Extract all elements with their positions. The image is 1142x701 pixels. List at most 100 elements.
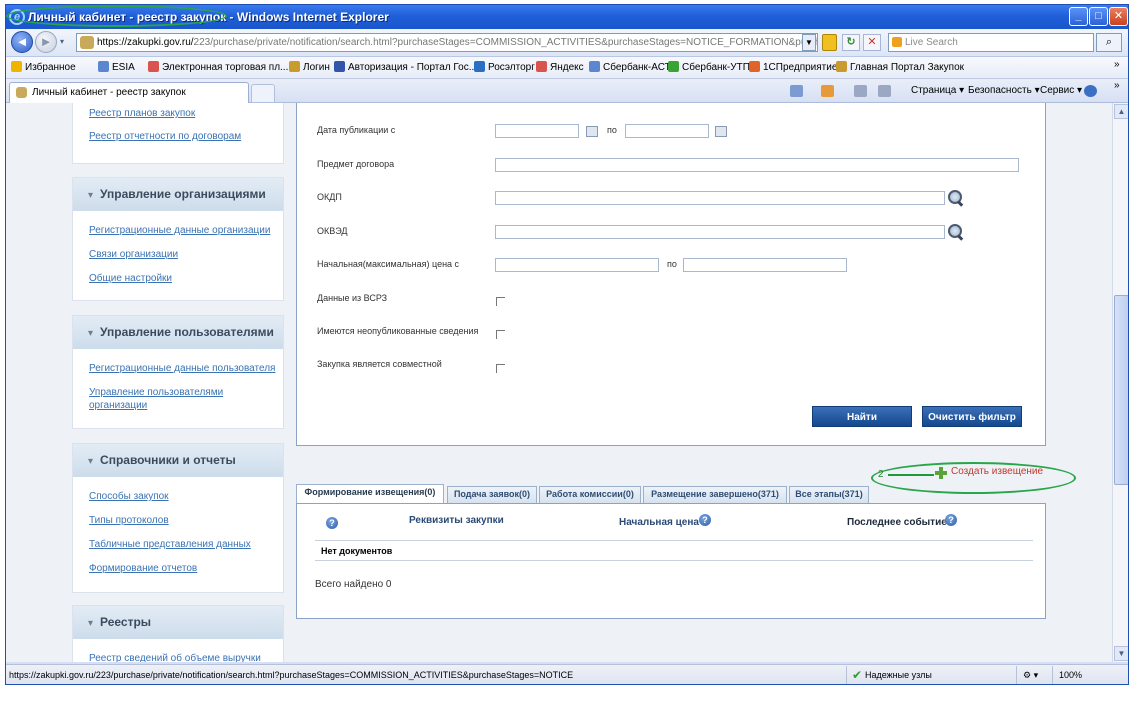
browser-tab[interactable]: Личный кабинет - реестр закупок (9, 82, 249, 103)
back-button[interactable]: ◄ (11, 31, 33, 53)
favorites-more-icon[interactable]: » (1114, 59, 1120, 70)
fav-sberbank-ast[interactable]: Сбербанк-АСТ (589, 61, 671, 73)
link-org-users[interactable]: Управление пользователями организации (89, 386, 269, 412)
col-purchase-details[interactable]: Реквизиты закупки (409, 515, 504, 526)
mail-icon[interactable] (854, 85, 867, 97)
clear-filter-button[interactable]: Очистить фильтр (922, 406, 1022, 427)
feeds-icon[interactable] (821, 85, 834, 97)
vsrz-label: Данные из ВСРЗ (317, 293, 388, 303)
link-org-relations[interactable]: Связи организации (89, 248, 178, 261)
section-header-users[interactable]: Управление пользователями (73, 316, 283, 349)
forward-button[interactable]: ► (35, 31, 57, 53)
link-purchase-methods[interactable]: Способы закупок (89, 490, 169, 503)
section-header-org[interactable]: Управление организациями (73, 178, 283, 211)
tab-bid-submission[interactable]: Подача заявок(0) (447, 486, 537, 503)
security-menu[interactable]: Безопасность ▾ (968, 85, 1040, 96)
live-search-input[interactable]: Live Search (888, 33, 1094, 52)
fav-esia[interactable]: ESIA (98, 61, 135, 73)
minimize-button[interactable]: _ (1069, 7, 1088, 26)
history-dropdown-icon[interactable]: ▾ (60, 37, 64, 46)
pub-date-to-input[interactable] (625, 124, 709, 138)
link-report-generation[interactable]: Формирование отчетов (89, 562, 197, 575)
calendar-from-icon[interactable] (586, 126, 598, 137)
price-help-icon[interactable]: ? (699, 514, 711, 526)
section-header-registries[interactable]: Реестры (73, 606, 283, 639)
total-found-text: Всего найдено 0 (315, 579, 392, 590)
tab-placement-completed[interactable]: Размещение завершено(371) (643, 486, 787, 503)
link-protocol-types[interactable]: Типы протоколов (89, 514, 169, 527)
col-last-event[interactable]: Последнее событие (847, 517, 947, 528)
vsrz-checkbox[interactable] (496, 297, 505, 306)
tab-notice-formation[interactable]: Формирование извещения(0) (296, 484, 444, 503)
url-input[interactable]: https://zakupki.gov.ru/223/purchase/priv… (76, 33, 818, 52)
pub-date-to-label: по (607, 125, 617, 135)
link-user-registration[interactable]: Регистрационные данные пользователя (89, 362, 275, 375)
link-revenue-registry[interactable]: Реестр сведений об объеме выручки (89, 652, 261, 662)
help-icon[interactable] (1084, 85, 1097, 97)
create-notice-link[interactable]: Создать извещение (951, 466, 1043, 477)
fav-login[interactable]: Логин (289, 61, 330, 73)
event-help-icon[interactable]: ? (945, 514, 957, 526)
fav-etp[interactable]: Электронная торговая пл... (148, 61, 288, 73)
scroll-down-icon[interactable]: ▼ (1114, 646, 1128, 661)
close-button[interactable]: ✕ (1109, 7, 1128, 26)
page-content: Реестр планов закупок Реестр отчетности … (6, 103, 1112, 662)
favorites-bar: Избранное ESIA Электронная торговая пл..… (6, 57, 1128, 79)
joint-purchase-checkbox[interactable] (496, 364, 505, 373)
new-tab-button[interactable] (251, 84, 275, 103)
stop-button[interactable]: ✕ (863, 34, 881, 51)
print-icon[interactable] (878, 85, 891, 97)
plus-icon[interactable] (935, 467, 947, 479)
scroll-up-icon[interactable]: ▲ (1114, 104, 1128, 119)
lock-icon[interactable] (822, 34, 837, 51)
calendar-to-icon[interactable] (715, 126, 727, 137)
zoom-level[interactable]: 100% (1052, 666, 1112, 684)
subject-input[interactable] (495, 158, 1019, 172)
section-header-reference[interactable]: Справочники и отчеты (73, 444, 283, 477)
page-menu[interactable]: Страница ▾ (911, 85, 964, 96)
okdp-search-icon[interactable] (948, 190, 964, 206)
okdp-input[interactable] (495, 191, 945, 205)
site-favicon-icon (80, 36, 94, 49)
link-general-settings[interactable]: Общие настройки (89, 272, 172, 285)
fav-sberbank-utp[interactable]: Сбербанк-УТП (668, 61, 750, 73)
favorites-button[interactable]: Избранное (11, 61, 76, 73)
commands-more-icon[interactable]: » (1114, 80, 1120, 91)
fav-zakupki-main[interactable]: Главная Портал Закупок (836, 61, 964, 73)
fav-gosuslugi[interactable]: Авторизация - Портал Гос... (334, 61, 477, 73)
search-go-button[interactable]: ⌕ (1096, 33, 1122, 52)
security-zone[interactable]: Надежные узлы (846, 666, 1014, 684)
link-contracts-report-registry[interactable]: Реестр отчетности по договорам (89, 130, 241, 143)
link-org-registration[interactable]: Регистрационные данные организации (89, 224, 270, 237)
link-plans-registry[interactable]: Реестр планов закупок (89, 107, 195, 120)
url-dropdown-icon[interactable]: ▼ (802, 34, 816, 51)
tab-all-stages[interactable]: Все этапы(371) (789, 486, 869, 503)
home-icon[interactable] (790, 85, 803, 97)
refresh-button[interactable]: ↻ (842, 34, 860, 51)
protected-mode-icon[interactable]: ⚙ ▾ (1016, 666, 1050, 684)
find-button[interactable]: Найти (812, 406, 912, 427)
okved-search-icon[interactable] (948, 224, 964, 240)
menu-section-reference: Справочники и отчеты Способы закупок Тип… (72, 443, 284, 593)
fav-yandex[interactable]: Яндекс (536, 61, 584, 73)
fav-1c[interactable]: 1СПредприятие (749, 61, 837, 73)
maximize-button[interactable]: □ (1089, 7, 1108, 26)
title-bar: e Личный кабинет - реестр закупок - Wind… (6, 5, 1128, 29)
col-initial-price[interactable]: Начальная цена (619, 517, 699, 528)
link-table-views[interactable]: Табличные представления данных (89, 538, 251, 551)
scroll-thumb[interactable] (1114, 295, 1128, 485)
tab-commission-work[interactable]: Работа комиссии(0) (539, 486, 641, 503)
pub-date-from-input[interactable] (495, 124, 579, 138)
results-panel: ? Реквизиты закупки Начальная цена ? Пос… (296, 503, 1046, 619)
details-help-icon[interactable]: ? (326, 517, 338, 529)
annotation-title-oval (6, 5, 227, 27)
vertical-scrollbar[interactable]: ▲ ▼ (1112, 103, 1128, 662)
tools-menu[interactable]: Сервис ▾ (1040, 85, 1082, 96)
tab-bar: Личный кабинет - реестр закупок Страница… (6, 79, 1128, 103)
menu-section-org: Управление организациями Регистрационные… (72, 177, 284, 301)
fav-roseltorg[interactable]: Росэлторг (474, 61, 535, 73)
okved-input[interactable] (495, 225, 945, 239)
price-from-input[interactable] (495, 258, 659, 272)
price-to-input[interactable] (683, 258, 847, 272)
unpublished-checkbox[interactable] (496, 330, 505, 339)
